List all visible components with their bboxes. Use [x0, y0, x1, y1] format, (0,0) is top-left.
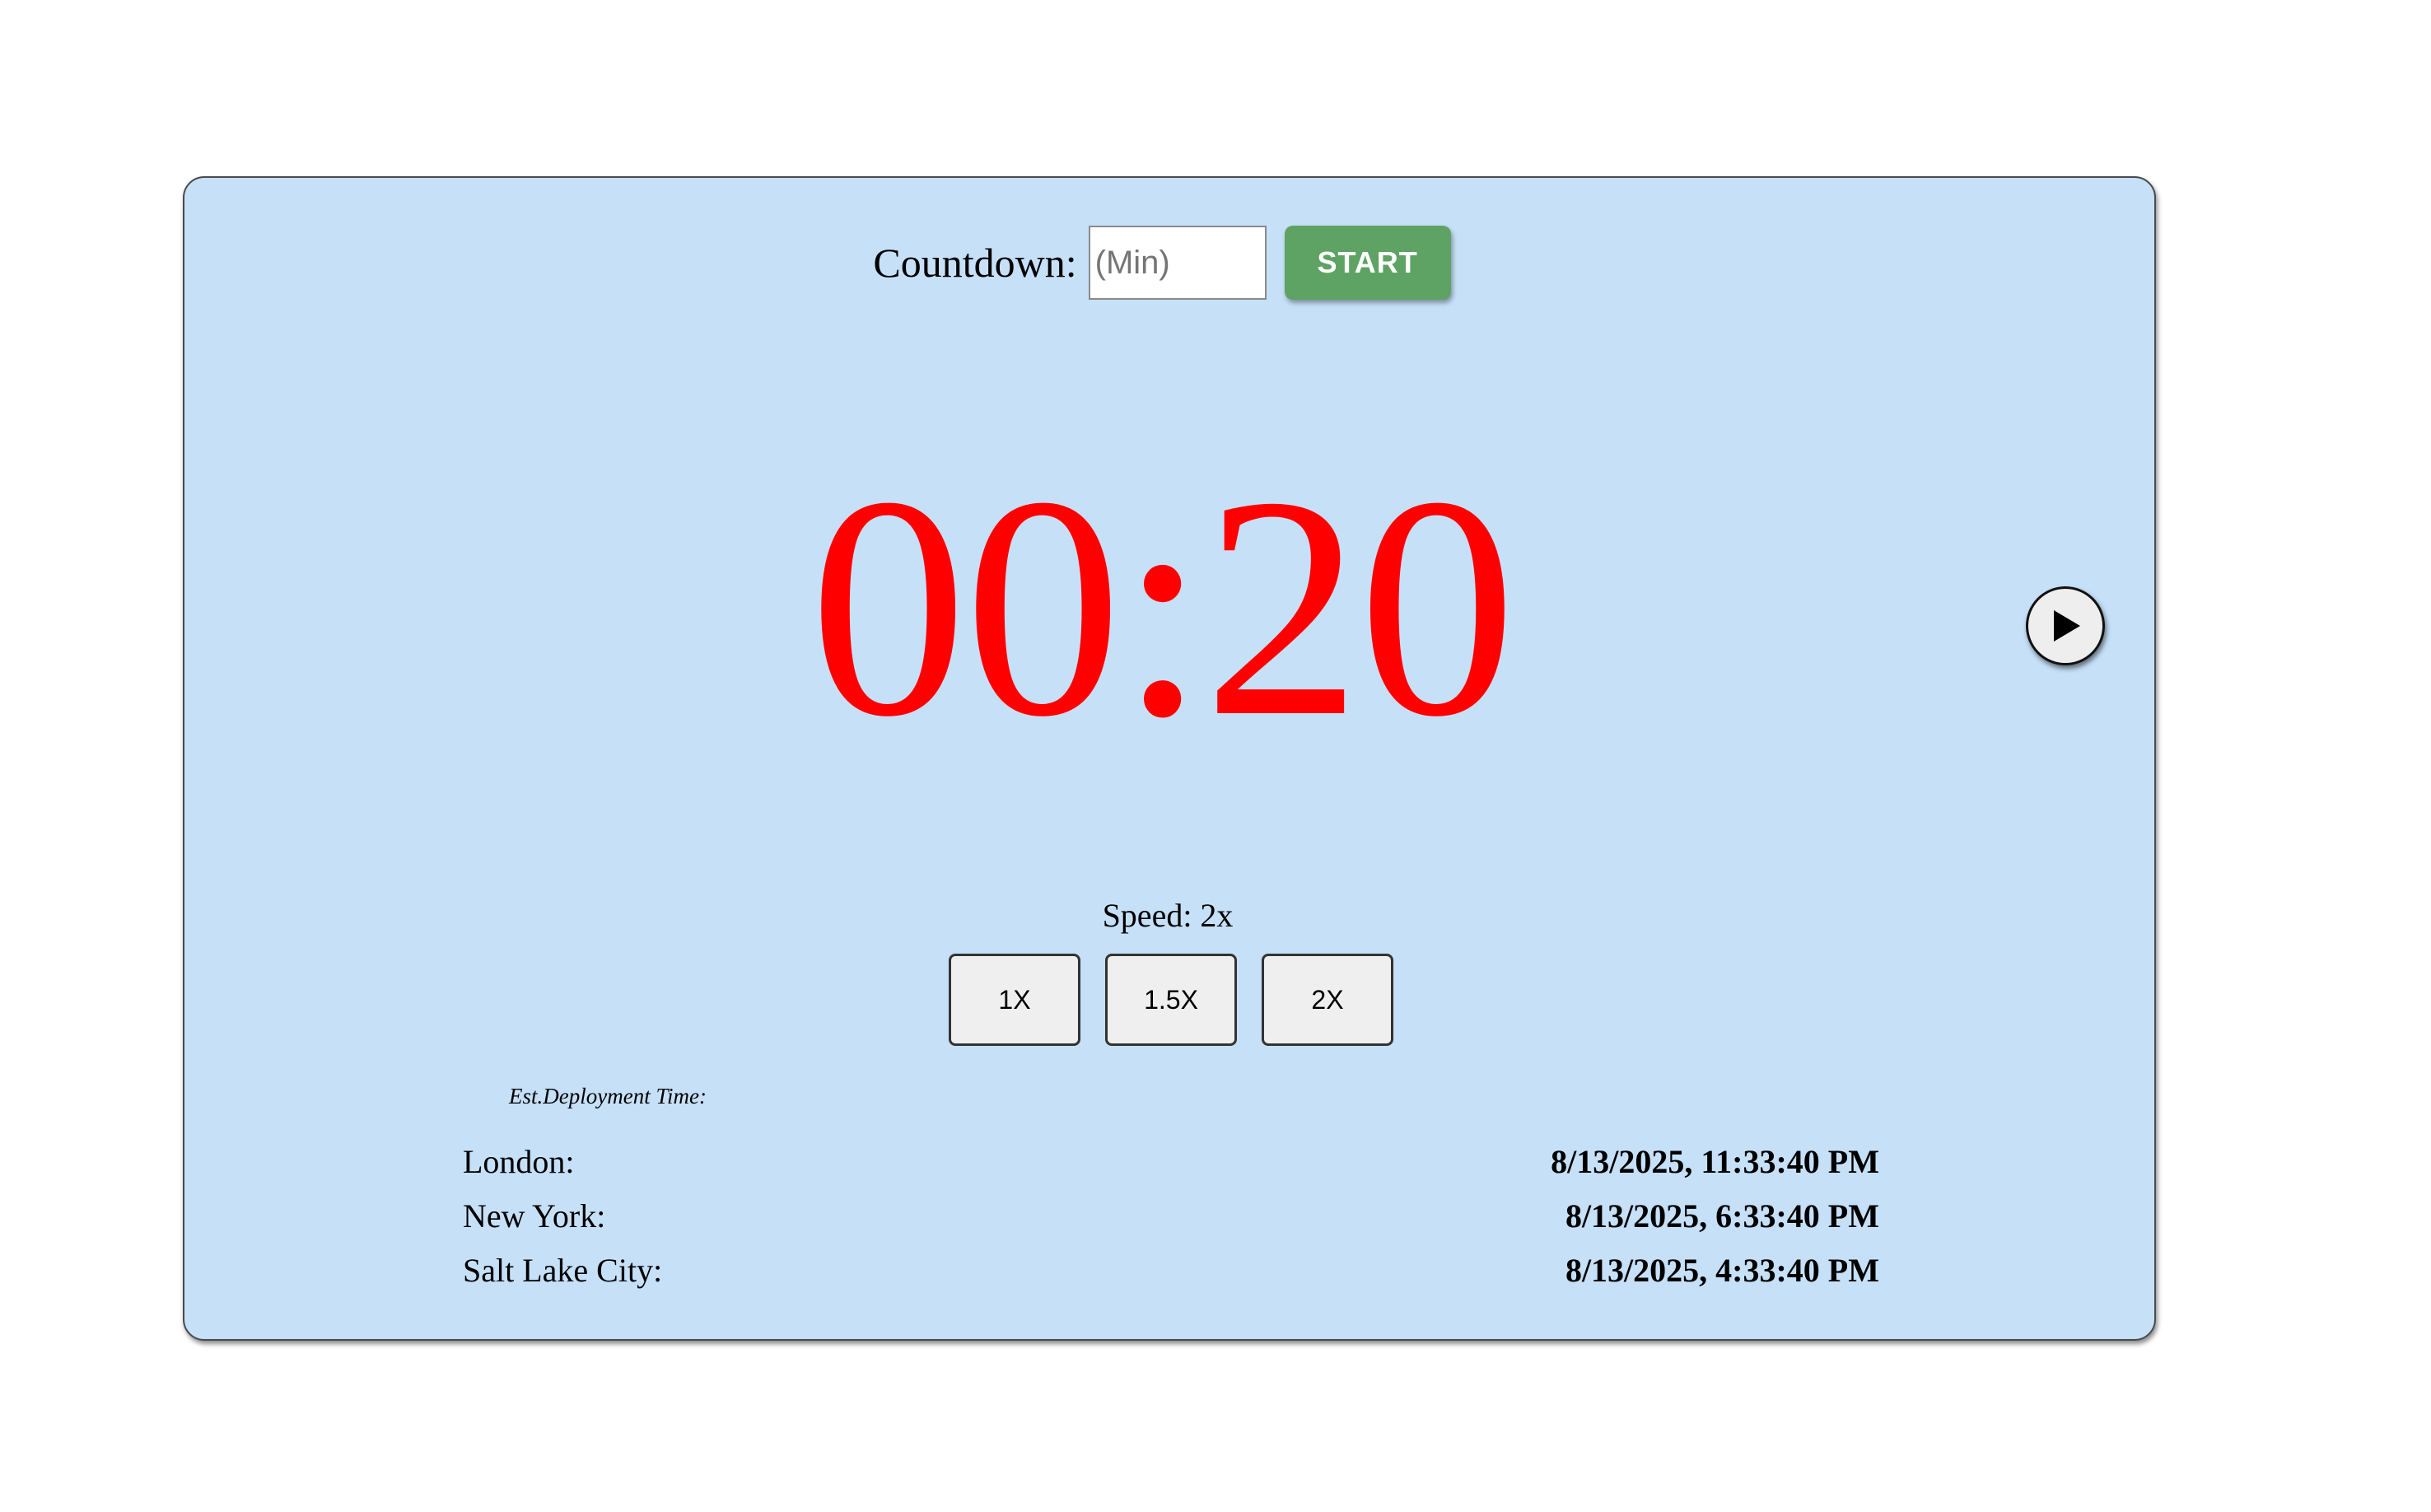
minutes-input[interactable] [1088, 226, 1267, 300]
deployment-time: 8/13/2025, 6:33:40 PM [1565, 1197, 1879, 1234]
speed-1x-button[interactable]: 1X [949, 954, 1080, 1046]
deployment-time: 8/13/2025, 11:33:40 PM [1551, 1143, 1879, 1180]
deployment-row-salt-lake-city: Salt Lake City: 8/13/2025, 4:33:40 PM [463, 1244, 1879, 1298]
play-icon [2054, 610, 2080, 642]
timer-display: 00:20 [184, 450, 2154, 766]
countdown-row: Countdown: START [184, 226, 2154, 300]
deployment-time: 8/13/2025, 4:33:40 PM [1565, 1252, 1879, 1289]
start-button[interactable]: START [1284, 226, 1451, 300]
deployment-title: Est.Deployment Time: [509, 1084, 707, 1108]
play-button[interactable] [2026, 586, 2105, 665]
speed-buttons: 1X 1.5X 2X [949, 954, 1393, 1046]
countdown-label: Countdown: [873, 240, 1077, 286]
city-label: Salt Lake City: [463, 1252, 663, 1289]
city-label: New York: [463, 1197, 606, 1234]
speed-1-5x-button[interactable]: 1.5X [1105, 954, 1237, 1046]
speed-label: Speed: 2x [184, 896, 2154, 935]
speed-value: Speed: 2x [1102, 897, 1234, 934]
city-label: London: [463, 1143, 575, 1180]
deployment-row-new-york: New York: 8/13/2025, 6:33:40 PM [463, 1189, 1879, 1244]
timer-value: 00:20 [809, 432, 1517, 782]
countdown-panel: Countdown: START 00:20 Speed: 2x 1X 1.5X… [183, 176, 2156, 1341]
speed-2x-button[interactable]: 2X [1262, 954, 1393, 1046]
deployment-row-london: London: 8/13/2025, 11:33:40 PM [463, 1135, 1879, 1189]
deployment-times: London: 8/13/2025, 11:33:40 PM New York:… [463, 1135, 1879, 1298]
